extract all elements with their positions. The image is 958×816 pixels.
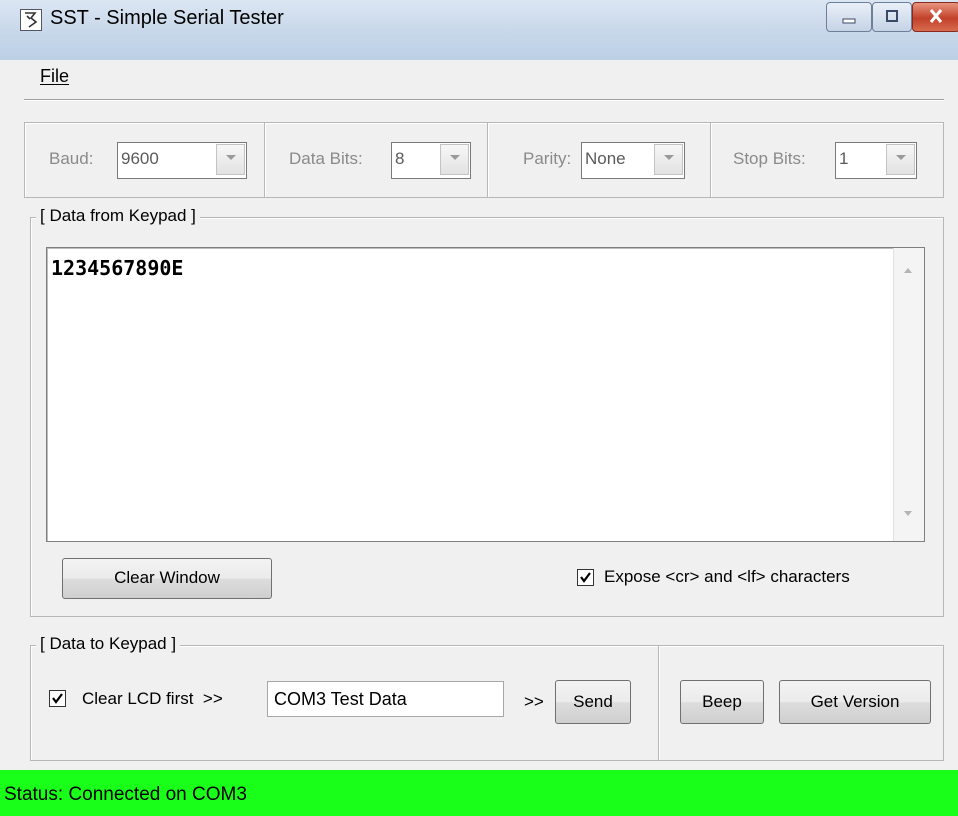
stop-bits-dropdown-button[interactable] [886, 144, 915, 175]
title-bar[interactable]: SST - Simple Serial Tester [0, 0, 958, 60]
data-bits-label: Data Bits: [289, 149, 363, 168]
maximize-button[interactable] [872, 2, 912, 32]
settings-divider [264, 123, 266, 197]
baud-value: 9600 [121, 149, 159, 168]
close-button[interactable] [912, 2, 958, 32]
data-from-keypad-title: [ Data from Keypad ] [36, 206, 200, 226]
parity-select[interactable]: None [581, 142, 685, 179]
menu-separator [24, 99, 944, 101]
chevron-down-icon [225, 155, 236, 160]
clear-lcd-checkbox[interactable] [49, 690, 66, 707]
status-text: Status: Connected on COM3 [4, 784, 247, 805]
stop-bits-label: Stop Bits: [733, 149, 806, 168]
minimize-icon [842, 18, 856, 24]
clear-lcd-label: Clear LCD first >> [82, 689, 223, 708]
serial-settings-panel: Baud: 9600 Data Bits: 8 Parity: None Sto… [24, 122, 944, 198]
send-arrow: >> [524, 692, 544, 711]
data-bits-select[interactable]: 8 [391, 142, 471, 179]
data-bits-dropdown-button[interactable] [440, 144, 469, 175]
parity-label: Parity: [523, 149, 572, 168]
send-data-value: COM3 Test Data [274, 689, 407, 709]
group-divider [658, 646, 660, 760]
checkmark-icon [580, 572, 591, 583]
chevron-down-icon [895, 155, 906, 160]
close-icon [929, 9, 943, 23]
parity-value: None [585, 149, 626, 168]
menu-file[interactable]: File [40, 66, 69, 87]
baud-dropdown-button[interactable] [216, 144, 245, 175]
baud-label: Baud: [49, 149, 94, 168]
keypad-output-text: 1234567890E [51, 256, 184, 280]
data-bits-value: 8 [395, 149, 405, 168]
menu-bar: File [0, 60, 958, 98]
checkmark-icon [52, 693, 63, 704]
expose-crlf-label: Expose <cr> and <lf> characters [604, 567, 850, 586]
beep-button[interactable]: Beep [680, 680, 764, 724]
maximize-icon [886, 10, 898, 22]
vertical-scrollbar[interactable] [893, 248, 924, 541]
status-bar: Status: Connected on COM3 [0, 770, 958, 816]
expose-crlf-checkbox[interactable] [577, 569, 594, 586]
keypad-output-textarea[interactable]: 1234567890E [46, 247, 925, 542]
app-window: SST - Simple Serial Tester File Baud: 96… [0, 0, 958, 816]
stop-bits-value: 1 [839, 149, 849, 168]
get-version-button[interactable]: Get Version [779, 680, 931, 724]
send-data-input[interactable]: COM3 Test Data [267, 681, 504, 717]
settings-divider [487, 123, 489, 197]
settings-divider [710, 123, 712, 197]
chevron-down-icon [449, 155, 460, 160]
send-button[interactable]: Send [555, 680, 631, 724]
serial-app-icon[interactable] [20, 9, 42, 31]
scroll-up-icon[interactable] [903, 266, 913, 274]
baud-select[interactable]: 9600 [117, 142, 247, 179]
data-to-keypad-title: [ Data to Keypad ] [36, 634, 181, 654]
minimize-button[interactable] [826, 2, 872, 32]
chevron-down-icon [663, 155, 674, 160]
scroll-down-icon[interactable] [903, 510, 913, 518]
stop-bits-select[interactable]: 1 [835, 142, 917, 179]
window-title: SST - Simple Serial Tester [50, 7, 284, 29]
parity-dropdown-button[interactable] [654, 144, 683, 175]
clear-window-button[interactable]: Clear Window [62, 558, 272, 599]
